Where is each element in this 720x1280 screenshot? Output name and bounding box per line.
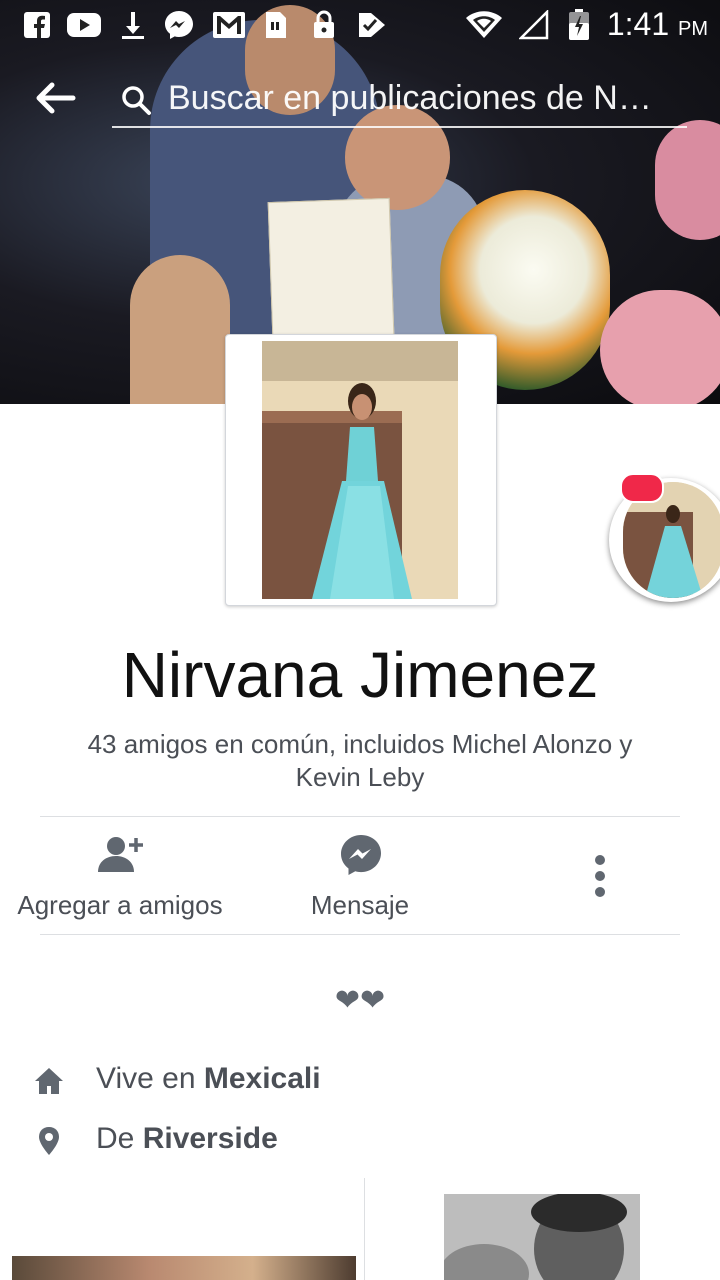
status-time: 1:41 PM — [607, 6, 708, 43]
divider-top — [40, 816, 680, 817]
more-options-button[interactable] — [540, 818, 660, 934]
lock-icon — [310, 10, 338, 40]
signal-icon — [518, 10, 550, 40]
profile-photo — [262, 341, 458, 599]
gmail-icon — [212, 10, 246, 40]
status-time-value: 1:41 — [606, 6, 670, 42]
photo-tile-left[interactable] — [0, 1178, 356, 1280]
profile-picture[interactable] — [225, 334, 497, 606]
lives-in-text: Vive en Mexicali — [96, 1062, 321, 1096]
messenger-icon — [340, 834, 382, 876]
mutual-friends-text[interactable]: 43 amigos en común, incluidos Michel Alo… — [60, 728, 660, 794]
more-vertical-icon — [592, 854, 608, 898]
download-icon — [118, 10, 148, 40]
battery-charging-icon — [566, 9, 592, 40]
add-friend-button[interactable]: Agregar a amigos — [0, 818, 240, 934]
youtube-icon — [66, 10, 102, 40]
cover-balloon-red — [655, 120, 720, 240]
search-icon — [120, 84, 152, 116]
from-row: De Riverside — [30, 1122, 630, 1162]
messenger-icon — [162, 10, 196, 40]
bio-text: ❤❤ — [334, 984, 386, 1017]
search-input[interactable] — [168, 70, 683, 126]
bio-hearts: ❤❤ — [328, 984, 392, 1018]
lives-in-city[interactable]: Mexicali — [204, 1062, 321, 1095]
status-bar: 1:41 PM — [0, 0, 720, 50]
profile-name: Nirvana Jimenez — [121, 639, 599, 711]
search-bar — [0, 70, 720, 130]
lives-in-row: Vive en Mexicali — [30, 1062, 630, 1102]
cover-diploma — [267, 197, 395, 340]
lives-in-prefix: Vive en — [96, 1062, 204, 1095]
cover-person-child — [130, 255, 230, 404]
location-pin-icon — [34, 1126, 64, 1156]
divider-bottom — [40, 934, 680, 935]
message-button[interactable]: Mensaje — [240, 818, 480, 934]
wifi-icon — [464, 10, 504, 40]
from-text: De Riverside — [96, 1122, 278, 1156]
photo-divider — [364, 1178, 365, 1280]
search-underline — [112, 126, 687, 128]
home-icon — [34, 1066, 64, 1096]
notification-badge — [620, 473, 664, 503]
sim-icon — [262, 10, 290, 40]
back-arrow-icon[interactable] — [36, 82, 76, 114]
add-friend-label: Agregar a amigos — [17, 890, 223, 920]
from-city[interactable]: Riverside — [143, 1122, 278, 1155]
status-time-ampm: PM — [678, 18, 708, 40]
photo-left-image — [12, 1256, 356, 1280]
photo-tile-right[interactable] — [444, 1194, 640, 1280]
add-friend-icon — [96, 834, 144, 874]
cover-balloon-pink — [600, 290, 720, 404]
message-label: Mensaje — [310, 890, 410, 920]
check-icon — [356, 10, 388, 40]
from-prefix: De — [96, 1122, 143, 1155]
facebook-icon — [22, 10, 52, 40]
